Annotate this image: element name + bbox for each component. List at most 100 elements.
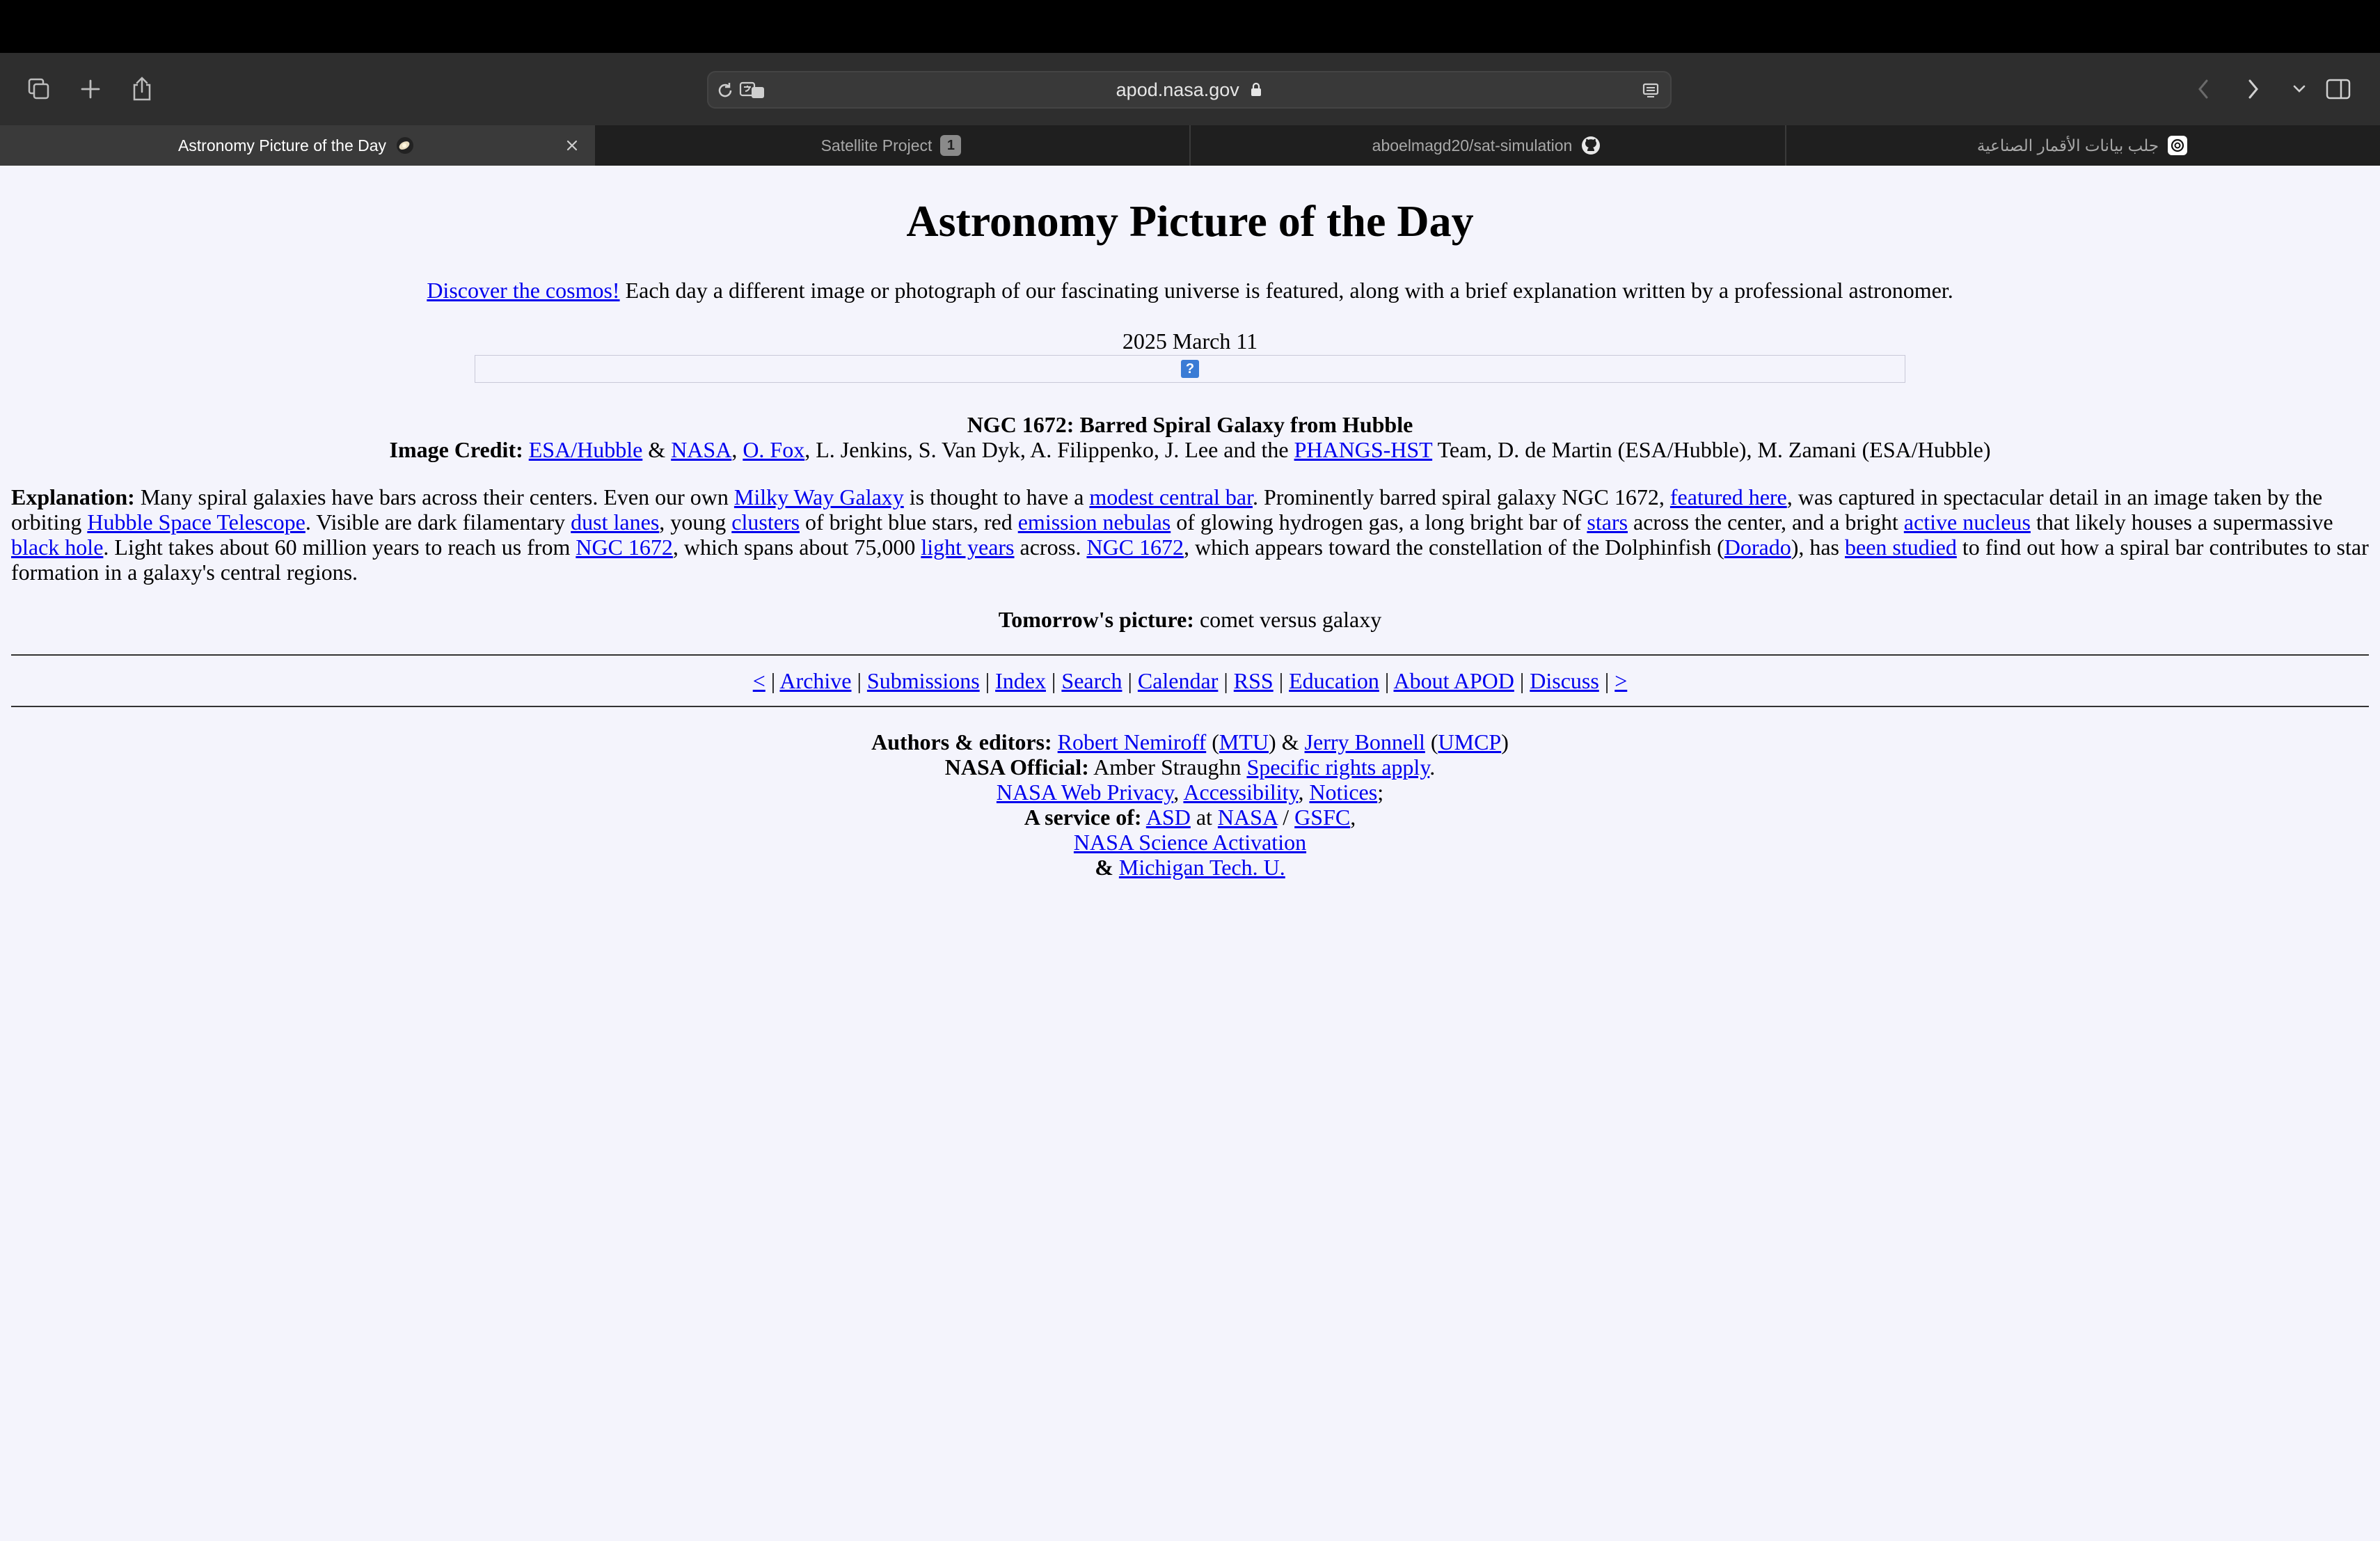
nav-sep: | xyxy=(1273,668,1290,693)
share-icon[interactable] xyxy=(121,68,163,110)
esa-hubble-link[interactable]: ESA/Hubble xyxy=(529,437,643,462)
back-icon[interactable] xyxy=(2182,68,2224,110)
image-credit: Image Credit: ESA/Hubble & NASA, O. Fox,… xyxy=(11,437,2369,462)
michigan-line: & Michigan Tech. U. xyxy=(11,855,2369,880)
next-link[interactable]: > xyxy=(1615,668,1627,693)
active-nucleus-link[interactable]: active nucleus xyxy=(1904,509,2031,535)
tomorrow-text: comet versus galaxy xyxy=(1193,607,1382,632)
tab-github-sat-simulation[interactable]: aboelmagd20/sat-simulation xyxy=(1189,125,1783,166)
umcp-link[interactable]: UMCP xyxy=(1438,729,1502,754)
about-apod-link[interactable]: About APOD xyxy=(1393,668,1514,693)
explanation-text: Many spiral galaxies have bars across th… xyxy=(134,484,734,509)
at-text: at xyxy=(1190,805,1218,830)
reader-icon[interactable] xyxy=(1640,79,1662,102)
notices-link[interactable]: Notices xyxy=(1309,780,1377,805)
asd-link[interactable]: ASD xyxy=(1146,805,1191,830)
science-line: NASA Science Activation xyxy=(11,830,2369,855)
nav-links: < | Archive | Submissions | Index | Sear… xyxy=(11,656,2369,706)
milky-way-link[interactable]: Milky Way Galaxy xyxy=(734,484,904,509)
tab-satellite-project[interactable]: Satellite Project 1 xyxy=(594,125,1187,166)
forward-icon[interactable] xyxy=(2232,68,2274,110)
divider-bottom xyxy=(11,706,2369,707)
privacy-link[interactable]: NASA Web Privacy xyxy=(997,780,1173,805)
index-link[interactable]: Index xyxy=(995,668,1046,693)
central-bar-link[interactable]: modest central bar xyxy=(1089,484,1253,509)
nasa-footer-link[interactable]: NASA xyxy=(1218,805,1277,830)
lock-icon xyxy=(1250,72,1262,110)
discuss-link[interactable]: Discuss xyxy=(1530,668,1599,693)
tab-count-badge: 1 xyxy=(940,135,962,156)
tab-overview-icon[interactable] xyxy=(18,68,60,110)
archive-link[interactable]: Archive xyxy=(779,668,851,693)
nav-sep: | xyxy=(851,668,867,693)
rights-link[interactable]: Specific rights apply xyxy=(1246,754,1429,780)
education-link[interactable]: Education xyxy=(1289,668,1379,693)
credit-text: , xyxy=(731,437,743,462)
close-tab-icon[interactable] xyxy=(562,135,582,156)
emission-nebulas-link[interactable]: emission nebulas xyxy=(1018,509,1171,535)
black-hole-link[interactable]: black hole xyxy=(11,535,103,560)
nav-sep: | xyxy=(1122,668,1138,693)
intro: Discover the cosmos! Each day a differen… xyxy=(11,277,2369,303)
discover-link[interactable]: Discover the cosmos! xyxy=(427,278,619,303)
hubble-link[interactable]: Hubble Space Telescope xyxy=(87,509,306,535)
explanation-text: . Visible are dark filamentary xyxy=(305,509,571,535)
tab-label: aboelmagd20/sat-simulation xyxy=(1372,136,1573,155)
clusters-link[interactable]: clusters xyxy=(731,509,800,535)
tomorrow-label: Tomorrow's picture: xyxy=(998,607,1194,632)
slash-text: / xyxy=(1277,805,1295,830)
apod-image-placeholder[interactable]: ? xyxy=(475,355,1905,383)
explanation-text: . Prominently barred spiral galaxy NGC 1… xyxy=(1252,484,1670,509)
dust-lanes-link[interactable]: dust lanes xyxy=(571,509,659,535)
featured-here-link[interactable]: featured here xyxy=(1670,484,1787,509)
chevron-down-icon[interactable] xyxy=(2278,68,2320,110)
explanation-text: of glowing hydrogen gas, a long bright b… xyxy=(1171,509,1587,535)
authors-line: Authors & editors: Robert Nemiroff (MTU)… xyxy=(871,729,1509,754)
official-label: NASA Official: xyxy=(944,754,1089,780)
page-content: Astronomy Picture of the Day Discover th… xyxy=(11,166,2369,880)
stars-link[interactable]: stars xyxy=(1587,509,1628,535)
tab-label: Astronomy Picture of the Day xyxy=(177,136,387,155)
o-fox-link[interactable]: O. Fox xyxy=(743,437,804,462)
new-tab-icon[interactable] xyxy=(70,68,111,110)
rss-link[interactable]: RSS xyxy=(1234,668,1274,693)
bonnell-link[interactable]: Jerry Bonnell xyxy=(1305,729,1425,754)
mtu-link[interactable]: MTU xyxy=(1219,729,1269,754)
tab-arabic-satellite-data[interactable]: جلب بيانات الأقمار الصناعية xyxy=(1785,125,2379,166)
explanation: Explanation: Many spiral galaxies have b… xyxy=(11,484,2369,585)
submissions-link[interactable]: Submissions xyxy=(867,668,980,693)
url-text: apod.nasa.gov xyxy=(707,71,1672,109)
explanation-text: ), has xyxy=(1791,535,1845,560)
accessibility-link[interactable]: Accessibility xyxy=(1183,780,1298,805)
openai-icon xyxy=(2167,135,2188,156)
nav-sep: | xyxy=(1218,668,1234,693)
credit-label: Image Credit: xyxy=(389,437,523,462)
explanation-text: . Light takes about 60 million years to … xyxy=(103,535,576,560)
light-years-link[interactable]: light years xyxy=(921,535,1014,560)
been-studied-link[interactable]: been studied xyxy=(1845,535,1957,560)
search-link[interactable]: Search xyxy=(1061,668,1122,693)
prev-link[interactable]: < xyxy=(753,668,765,693)
ngc-1672-link[interactable]: NGC 1672 xyxy=(576,535,673,560)
nav-sep: | xyxy=(1045,668,1062,693)
nasa-link[interactable]: NASA xyxy=(671,437,731,462)
dorado-link[interactable]: Dorado xyxy=(1724,535,1791,560)
address-bar[interactable]: apod.nasa.gov xyxy=(707,71,1672,109)
nav-sep: | xyxy=(1379,668,1394,693)
explanation-text: is thought to have a xyxy=(903,484,1090,509)
science-activation-link[interactable]: NASA Science Activation xyxy=(1074,830,1306,855)
explanation-text: , which spans about 75,000 xyxy=(672,535,921,560)
phangs-hst-link[interactable]: PHANGS-HST xyxy=(1294,437,1433,462)
gsfc-link[interactable]: GSFC xyxy=(1294,805,1350,830)
michigan-tech-link[interactable]: Michigan Tech. U. xyxy=(1119,855,1285,880)
tab-label: جلب بيانات الأقمار الصناعية xyxy=(1976,136,2159,155)
nemiroff-link[interactable]: Robert Nemiroff xyxy=(1058,729,1207,754)
authors-label: Authors & editors: xyxy=(871,729,1052,754)
explanation-text: , which appears toward the constellation… xyxy=(1184,535,1724,560)
tab-apod[interactable]: Astronomy Picture of the Day xyxy=(0,125,594,166)
ngc-1672-link-2[interactable]: NGC 1672 xyxy=(1086,535,1184,560)
footer: Authors & editors: Robert Nemiroff (MTU)… xyxy=(11,729,2369,880)
calendar-link[interactable]: Calendar xyxy=(1138,668,1219,693)
sidebar-icon[interactable] xyxy=(2317,68,2359,110)
url-value: apod.nasa.gov xyxy=(1116,79,1239,100)
